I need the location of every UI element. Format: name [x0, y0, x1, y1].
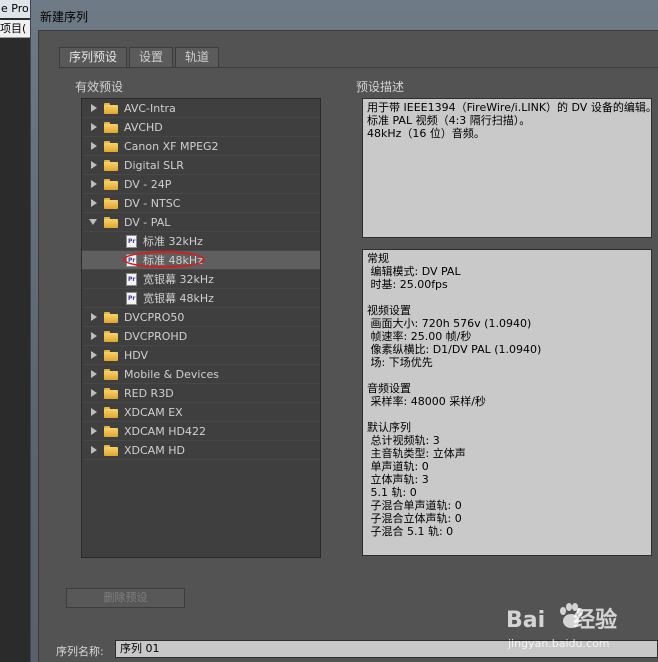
tree-preset[interactable]: 宽银幕 32kHz [82, 270, 320, 289]
tree-item-label: 宽银幕 48kHz [143, 292, 214, 305]
tree-item-label: DV - NTSC [124, 196, 181, 210]
tree-item-label: Canon XF MPEG2 [124, 139, 219, 153]
folder-icon [104, 197, 118, 209]
expand-right-icon[interactable] [88, 121, 100, 133]
tree-folder[interactable]: DV - NTSC [82, 194, 320, 213]
tree-item-label: HDV [124, 348, 149, 362]
folder-icon [104, 425, 118, 437]
tree-folder[interactable]: DV - 24P [82, 175, 320, 194]
tree-preset[interactable]: 标准 32kHz [82, 232, 320, 251]
tree-folder[interactable]: RED R3D [82, 384, 320, 403]
tree-folder[interactable]: DVCPROHD [82, 327, 320, 346]
expand-right-icon[interactable] [88, 387, 100, 399]
tree-item-label: AVC-Intra [124, 101, 176, 115]
folder-icon [104, 387, 118, 399]
expand-right-icon[interactable] [88, 311, 100, 323]
tree-item-label: DV - 24P [124, 177, 172, 191]
tree-item-label: 标准 48kHz [143, 254, 203, 267]
tree-folder[interactable]: XDCAM HD [82, 441, 320, 460]
folder-icon [104, 178, 118, 190]
tree-item-label: XDCAM HD422 [124, 424, 206, 438]
tree-folder[interactable]: DV - PAL [82, 213, 320, 232]
tree-item-label: 宽银幕 32kHz [143, 273, 214, 286]
folder-icon [104, 102, 118, 114]
window-title: 新建序列 [40, 10, 89, 24]
tab-bar: 序列预设 设置 轨道 [59, 47, 221, 67]
expand-right-icon[interactable] [88, 197, 100, 209]
folder-icon [104, 216, 118, 228]
folder-icon [104, 330, 118, 342]
tree-item-label: DVCPRO50 [124, 310, 185, 324]
tree-folder[interactable]: Digital SLR [82, 156, 320, 175]
tree-folder[interactable]: AVC-Intra [82, 99, 320, 118]
folder-icon [104, 349, 118, 361]
tree-item-label: AVCHD [124, 120, 163, 134]
folder-icon [104, 311, 118, 323]
tree-preset[interactable]: 标准 48kHz [82, 251, 320, 270]
premiere-preset-icon [126, 234, 137, 248]
folder-icon [104, 406, 118, 418]
folder-icon [104, 444, 118, 456]
presets-tree[interactable]: AVC-Intra AVCHD Canon XF MPEG2 Digital SLR D… [81, 98, 321, 558]
expand-right-icon[interactable] [88, 349, 100, 361]
tree-folder[interactable]: Canon XF MPEG2 [82, 137, 320, 156]
folder-icon [104, 140, 118, 152]
tree-item-label: Digital SLR [124, 158, 184, 172]
available-presets-label: 有效预设 [75, 80, 124, 94]
tree-preset[interactable]: 宽银幕 48kHz [82, 289, 320, 308]
tree-item-label: RED R3D [124, 386, 174, 400]
tab-settings[interactable]: 设置 [129, 47, 174, 67]
expand-right-icon[interactable] [88, 159, 100, 171]
preset-description: 用于带 IEEE1394（FireWire/i.LINK）的 DV 设备的编辑。… [362, 98, 652, 238]
expand-right-icon[interactable] [88, 368, 100, 380]
expand-down-icon[interactable] [88, 216, 100, 228]
expand-right-icon[interactable] [88, 425, 100, 437]
tree-folder[interactable]: AVCHD [82, 118, 320, 137]
tab-tracks[interactable]: 轨道 [175, 47, 220, 67]
tree-folder[interactable]: XDCAM EX [82, 403, 320, 422]
expand-right-icon[interactable] [88, 102, 100, 114]
preset-description-label: 预设描述 [356, 80, 405, 94]
tree-folder[interactable]: XDCAM HD422 [82, 422, 320, 441]
premiere-preset-icon [126, 291, 137, 305]
tree-folder[interactable]: HDV [82, 346, 320, 365]
watermark-url: jingyan.baidu.com [508, 637, 610, 650]
tree-folder[interactable]: DVCPRO50 [82, 308, 320, 327]
tree-folder[interactable]: Mobile & Devices [82, 365, 320, 384]
tree-item-label: XDCAM EX [124, 405, 183, 419]
tree-item-label: DV - PAL [124, 215, 171, 229]
tree-item-label: Mobile & Devices [124, 367, 220, 381]
expand-right-icon[interactable] [88, 178, 100, 190]
tab-sequence-presets[interactable]: 序列预设 [59, 47, 128, 67]
folder-icon [104, 159, 118, 171]
expand-right-icon[interactable] [88, 406, 100, 418]
expand-right-icon[interactable] [88, 444, 100, 456]
folder-icon [104, 368, 118, 380]
paw-icon [560, 603, 583, 628]
premiere-preset-icon [126, 253, 137, 267]
folder-icon [104, 121, 118, 133]
watermark: Bai 经验 jingyan.baidu.com [506, 602, 658, 662]
tree-item-label: 标准 32kHz [143, 235, 203, 248]
expand-right-icon[interactable] [88, 330, 100, 342]
tree-item-label: XDCAM HD [124, 443, 185, 457]
expand-right-icon[interactable] [88, 140, 100, 152]
tree-item-label: DVCPROHD [124, 329, 188, 343]
delete-preset-button[interactable]: 删除预设 [66, 588, 185, 608]
sequence-name-label: 序列名称: [56, 645, 104, 658]
premiere-preset-icon [126, 272, 137, 286]
preset-details: 常规 编辑模式: DV PAL 时基: 25.00fps 视频设置 画面大小: … [362, 249, 652, 556]
